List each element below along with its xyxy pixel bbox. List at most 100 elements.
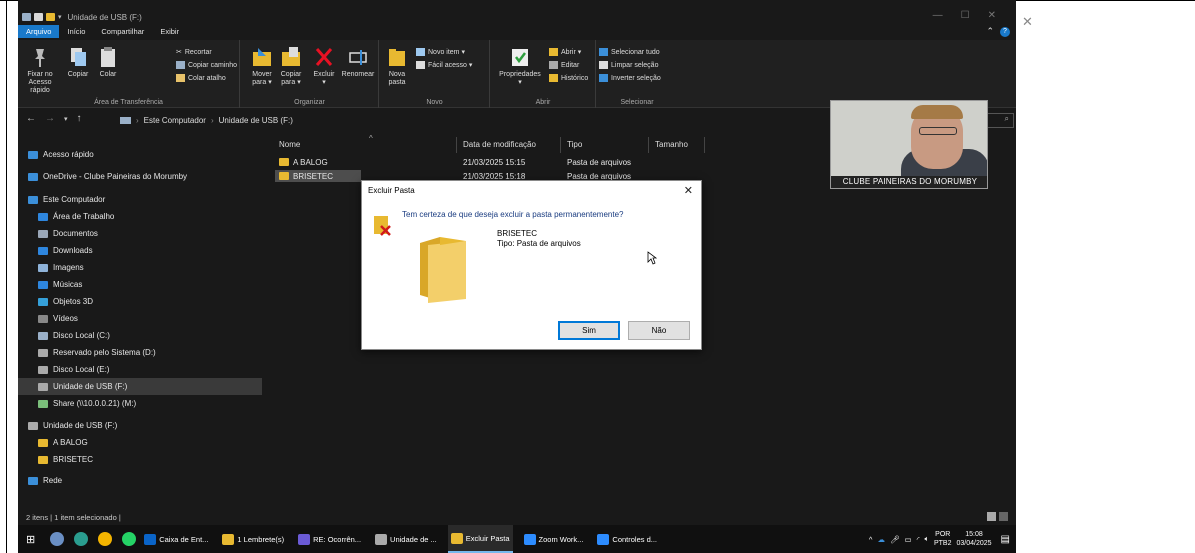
no-button[interactable]: Não [628, 321, 690, 340]
sidebar-item[interactable]: Share (\\10.0.0.21) (M:) [18, 395, 262, 412]
easy-access-button[interactable]: Fácil acesso ▾ [416, 61, 472, 69]
open-group-label: Abrir [535, 99, 551, 106]
maximize-button[interactable]: ☐ [961, 10, 970, 21]
search-taskbar-icon[interactable] [50, 532, 65, 546]
sidebar-item[interactable]: Unidade de USB (F:) [18, 378, 262, 395]
sidebar-item[interactable]: OneDrive - Clube Paineiras do Morumby [18, 168, 262, 185]
copy-button[interactable]: Copiar [64, 46, 92, 79]
history-button[interactable]: Histórico [549, 74, 588, 82]
taskbar-app-label: Excluir Pasta [465, 533, 510, 543]
tray-expand-chevron-icon[interactable]: ^ [869, 535, 873, 544]
breadcrumb-este-computador[interactable]: Este Computador [144, 116, 206, 125]
notifications-icon[interactable]: ▤ [1001, 534, 1010, 545]
sidebar-item[interactable]: Unidade de USB (F:) [18, 417, 262, 434]
edge-browser-icon[interactable] [74, 532, 89, 546]
breadcrumb-separator-icon[interactable]: › [211, 116, 214, 125]
properties-button[interactable]: Propriedades ▾ [495, 46, 545, 87]
details-view-icon[interactable] [987, 512, 996, 521]
forward-arrow-icon[interactable]: → [45, 113, 55, 127]
whatsapp-icon[interactable] [122, 532, 137, 546]
pin-icon [30, 46, 50, 68]
language-indicator[interactable]: POR PTB2 [934, 530, 952, 548]
breadcrumb-separator-icon[interactable]: › [136, 116, 139, 125]
taskbar-app-button[interactable]: Caixa de Ent... [141, 525, 211, 553]
dialog-close-icon[interactable]: ✕ [684, 184, 693, 197]
windows-start-icon[interactable]: ⊞ [26, 533, 35, 546]
onedrive-cloud-icon[interactable]: ☁ [877, 535, 885, 544]
paste-shortcut-button[interactable]: Colar atalho [176, 74, 226, 82]
column-header-date[interactable]: Data de modificação [459, 137, 561, 153]
file-row[interactable]: A BALOG 21/03/2025 15:15 Pasta de arquiv… [275, 156, 705, 168]
select-all-button[interactable]: Selecionar tudo [599, 48, 660, 56]
sidebar-item[interactable]: Disco Local (E:) [18, 361, 262, 378]
close-button[interactable]: ✕ [988, 10, 996, 21]
sidebar-item[interactable]: Vídeos [18, 310, 262, 327]
tab-compartilhar[interactable]: Compartilhar [93, 25, 152, 38]
file-row-selected[interactable]: BRISETEC [275, 170, 361, 182]
sidebar-item[interactable]: Objetos 3D [18, 293, 262, 310]
clock[interactable]: 15:08 03/04/2025 [957, 530, 992, 548]
taskbar-app-button[interactable]: RE: Ocorrên... [295, 525, 364, 553]
column-header-type[interactable]: Tipo [563, 137, 649, 153]
sidebar-item[interactable]: Imagens [18, 259, 262, 276]
webcam-caption: CLUBE PAINEIRAS DO MORUMBY [831, 176, 987, 188]
quick-access-dropdown-icon[interactable]: ▾ [58, 13, 62, 21]
sidebar-item-label: Vídeos [53, 314, 78, 323]
sidebar-item-label: Rede [43, 476, 63, 485]
open-button[interactable]: Abrir ▾ [549, 48, 581, 56]
up-arrow-icon[interactable]: ↑ [77, 113, 82, 127]
breadcrumb-usb-drive[interactable]: Unidade de USB (F:) [219, 116, 293, 125]
paste-button[interactable]: Colar [95, 46, 121, 79]
battery-icon[interactable]: ▭ [904, 535, 911, 544]
sidebar-item[interactable]: Músicas [18, 276, 262, 293]
yes-button[interactable]: Sim [558, 321, 620, 340]
copy-path-button[interactable]: Copiar caminho [176, 61, 237, 69]
new-folder-quick-icon[interactable] [46, 13, 55, 21]
sidebar-item[interactable]: A BALOG [18, 434, 262, 451]
sidebar-item[interactable]: Documentos [18, 225, 262, 242]
pin-quick-access-button[interactable]: Fixar no Acesso rápido [20, 46, 60, 95]
tab-arquivo[interactable]: Arquivo [18, 25, 60, 38]
cut-button[interactable]: ✂ Recortar [176, 48, 212, 57]
taskbar-app-button[interactable]: Controles d... [594, 525, 660, 553]
column-header-size[interactable]: Tamanho [651, 137, 705, 153]
sidebar-item[interactable]: Rede [18, 472, 262, 489]
sidebar-item[interactable]: Área de Trabalho [18, 208, 262, 225]
recent-dropdown-icon[interactable]: ▾ [64, 113, 68, 127]
column-header-name[interactable]: Nome ^ [275, 134, 457, 153]
speaker-icon[interactable]: 🔈︎ [924, 534, 929, 544]
microphone-icon[interactable]: 🎤︎ [890, 535, 900, 544]
sidebar-item[interactable]: Disco Local (C:) [18, 327, 262, 344]
delete-button[interactable]: Excluir ▾ [310, 46, 338, 87]
large-icons-view-icon[interactable] [999, 512, 1008, 521]
copy-to-button[interactable]: Copiar para ▾ [278, 46, 304, 87]
select-none-button[interactable]: Limpar seleção [599, 61, 658, 69]
tab-exibir[interactable]: Exibir [152, 25, 187, 38]
sidebar-item[interactable]: BRISETEC [18, 451, 262, 468]
folder-large-icon [418, 235, 468, 307]
new-folder-button[interactable]: Nova pasta [384, 46, 410, 87]
minimize-button[interactable]: — [933, 10, 943, 21]
help-icon[interactable]: ? [1000, 26, 1010, 37]
invert-selection-button[interactable]: Inverter seleção [599, 74, 661, 82]
back-arrow-icon[interactable]: ← [26, 113, 36, 127]
taskbar-app-button[interactable]: Zoom Work... [521, 525, 587, 553]
new-item-button[interactable]: Novo item ▾ [416, 48, 465, 56]
properties-quick-icon[interactable] [34, 13, 43, 21]
sidebar-item[interactable]: Reservado pelo Sistema (D:) [18, 344, 262, 361]
ribbon-collapse-icon[interactable]: ⌃ [986, 26, 994, 37]
rename-button[interactable]: Renomear [340, 46, 376, 79]
address-bar[interactable]: › Este Computador › Unidade de USB (F:) [120, 112, 820, 128]
edit-button[interactable]: Editar [549, 61, 579, 69]
sidebar-item[interactable]: Este Computador [18, 191, 262, 208]
move-to-button[interactable]: Mover para ▾ [249, 46, 275, 87]
sidebar-item[interactable]: Downloads [18, 242, 262, 259]
taskbar-app-button[interactable]: Unidade de ... [372, 525, 440, 553]
tab-inicio[interactable]: Início [59, 25, 93, 38]
taskbar-app-button[interactable]: 1 Lembrete(s) [219, 525, 287, 553]
taskbar-app-button[interactable]: Excluir Pasta [447, 525, 513, 553]
outer-close-icon[interactable]: ✕ [1022, 14, 1033, 30]
sidebar-item[interactable]: Acesso rápido [18, 146, 262, 163]
chrome-browser-icon[interactable] [98, 532, 113, 546]
wifi-icon[interactable]: ◜ [917, 535, 920, 544]
